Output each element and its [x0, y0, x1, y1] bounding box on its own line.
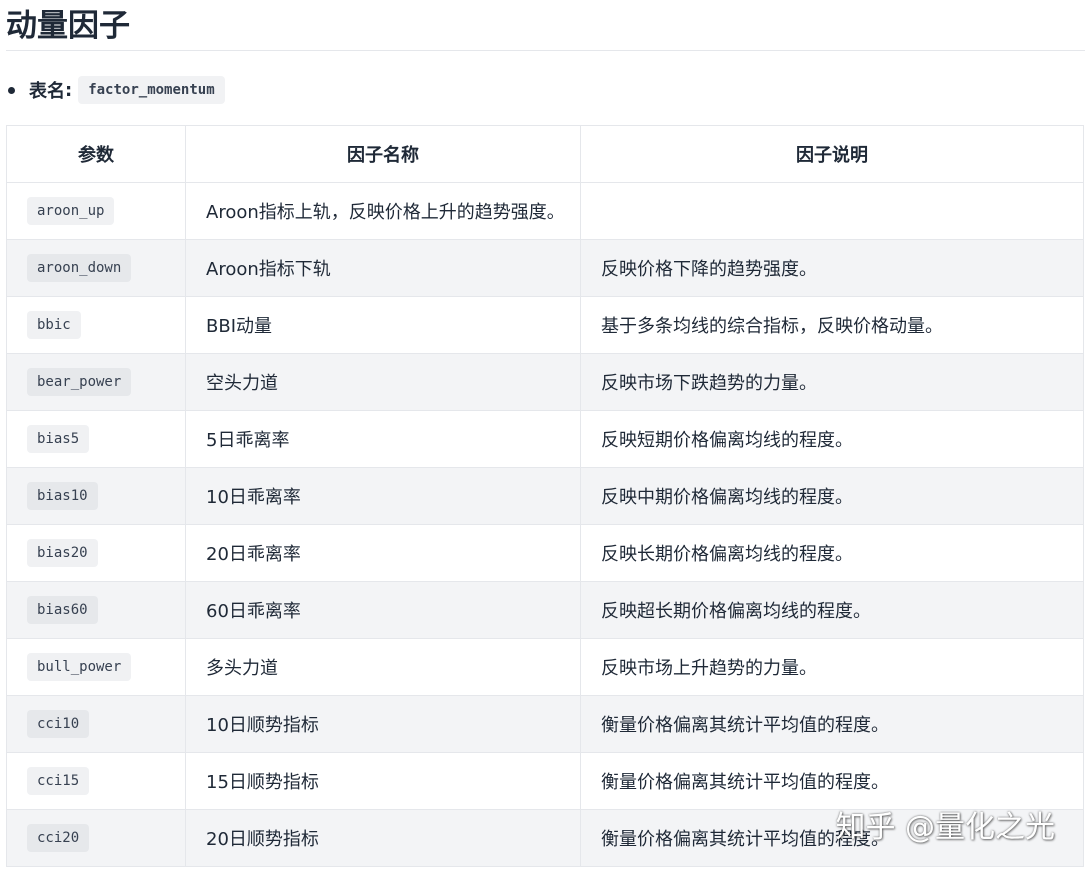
param-cell: cci10	[6, 695, 186, 753]
table-row: aroon_up Aroon指标上轨，反映价格上升的趋势强度。	[6, 182, 1084, 240]
param-cell: cci20	[6, 809, 186, 867]
table-row: aroon_down Aroon指标下轨 反映价格下降的趋势强度。	[6, 239, 1084, 297]
param-code: bias5	[27, 425, 90, 453]
param-code: bias20	[27, 539, 98, 567]
factor-name-cell: 多头力道	[185, 638, 581, 696]
factor-table: 参数 因子名称 因子说明 aroon_up Aroon指标上轨，反映价格上升的趋势…	[6, 125, 1084, 867]
table-row: bbic BBI动量 基于多条均线的综合指标，反映价格动量。	[6, 296, 1084, 354]
param-cell: cci15	[6, 752, 186, 810]
table-name-item: 表名 : factor_momentum	[8, 74, 225, 106]
factor-name-cell: Aroon指标上轨，反映价格上升的趋势强度。	[185, 182, 581, 240]
param-code: cci15	[27, 767, 90, 795]
factor-description-cell: 基于多条均线的综合指标，反映价格动量。	[580, 296, 1084, 354]
table-row: bias5 5日乖离率 反映短期价格偏离均线的程度。	[6, 410, 1084, 468]
bullet-icon	[8, 86, 15, 94]
param-cell: aroon_down	[6, 239, 186, 297]
factor-name-cell: 60日乖离率	[185, 581, 581, 639]
factor-description-cell: 反映市场上升趋势的力量。	[580, 638, 1084, 696]
factor-name-cell: 10日乖离率	[185, 467, 581, 525]
table-name-label: 表名	[29, 81, 65, 102]
table-row: cci20 20日顺势指标 衡量价格偏离其统计平均值的程度。	[6, 809, 1084, 867]
param-cell: bias5	[6, 410, 186, 468]
param-cell: bear_power	[6, 353, 186, 411]
factor-description-cell: 反映超长期价格偏离均线的程度。	[580, 581, 1084, 639]
factor-description-cell: 衡量价格偏离其统计平均值的程度。	[580, 752, 1084, 810]
factor-description-cell: 反映中期价格偏离均线的程度。	[580, 467, 1084, 525]
factor-description-cell: 反映市场下跌趋势的力量。	[580, 353, 1084, 411]
page-title: 动量因子	[6, 8, 130, 44]
header-factor-name: 因子名称	[185, 125, 581, 183]
factor-name-cell: 20日乖离率	[185, 524, 581, 582]
factor-description-cell	[580, 182, 1084, 240]
param-cell: bull_power	[6, 638, 186, 696]
table-row: bear_power 空头力道 反映市场下跌趋势的力量。	[6, 353, 1084, 411]
table-row: cci10 10日顺势指标 衡量价格偏离其统计平均值的程度。	[6, 695, 1084, 753]
factor-description-cell: 衡量价格偏离其统计平均值的程度。	[580, 809, 1084, 867]
param-cell: bias10	[6, 467, 186, 525]
table-row: bias20 20日乖离率 反映长期价格偏离均线的程度。	[6, 524, 1084, 582]
table-row: bull_power 多头力道 反映市场上升趋势的力量。	[6, 638, 1084, 696]
factor-description-cell: 衡量价格偏离其统计平均值的程度。	[580, 695, 1084, 753]
param-cell: aroon_up	[6, 182, 186, 240]
param-code: bias10	[27, 482, 98, 510]
factor-name-cell: 15日顺势指标	[185, 752, 581, 810]
param-cell: bias60	[6, 581, 186, 639]
param-code: aroon_up	[27, 197, 115, 225]
table-row: bias60 60日乖离率 反映超长期价格偏离均线的程度。	[6, 581, 1084, 639]
param-code: aroon_down	[27, 254, 132, 282]
factor-name-cell: 5日乖离率	[185, 410, 581, 468]
table-body: aroon_up Aroon指标上轨，反映价格上升的趋势强度。 aroon_down…	[6, 182, 1084, 867]
table-row: bias10 10日乖离率 反映中期价格偏离均线的程度。	[6, 467, 1084, 525]
param-code: cci10	[27, 710, 90, 738]
factor-description-cell: 反映短期价格偏离均线的程度。	[580, 410, 1084, 468]
header-param: 参数	[6, 125, 186, 183]
title-divider	[6, 50, 1085, 51]
factor-description-cell: 反映价格下降的趋势强度。	[580, 239, 1084, 297]
param-cell: bbic	[6, 296, 186, 354]
param-code: bear_power	[27, 368, 132, 396]
param-code: bbic	[27, 311, 81, 339]
header-factor-description: 因子说明	[580, 125, 1084, 183]
table-header-row: 参数 因子名称 因子说明	[6, 125, 1084, 183]
param-code: bias60	[27, 596, 98, 624]
table-name-separator: :	[65, 79, 73, 101]
factor-name-cell: 空头力道	[185, 353, 581, 411]
table-name-value: factor_momentum	[78, 76, 225, 104]
factor-name-cell: BBI动量	[185, 296, 581, 354]
factor-name-cell: 10日顺势指标	[185, 695, 581, 753]
factor-name-cell: 20日顺势指标	[185, 809, 581, 867]
factor-description-cell: 反映长期价格偏离均线的程度。	[580, 524, 1084, 582]
table-row: cci15 15日顺势指标 衡量价格偏离其统计平均值的程度。	[6, 752, 1084, 810]
param-cell: bias20	[6, 524, 186, 582]
factor-name-cell: Aroon指标下轨	[185, 239, 581, 297]
param-code: cci20	[27, 824, 90, 852]
param-code: bull_power	[27, 653, 132, 681]
